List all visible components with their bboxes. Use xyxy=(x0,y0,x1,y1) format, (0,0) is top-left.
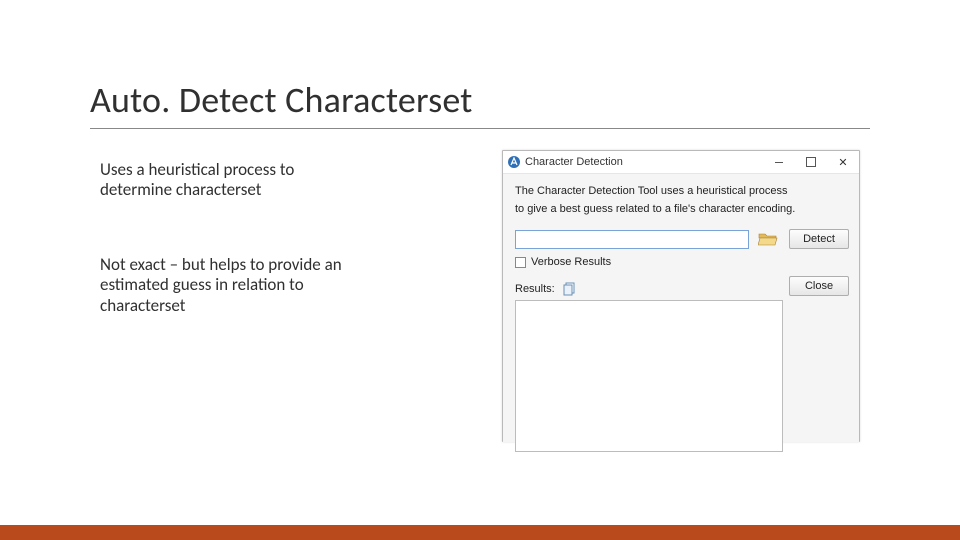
verbose-label: Verbose Results xyxy=(531,256,611,268)
maximize-icon xyxy=(806,157,816,167)
app-icon xyxy=(507,155,521,169)
slide-title: Auto. Detect Characterset xyxy=(90,78,473,122)
copy-results-button[interactable] xyxy=(563,282,577,296)
slide-paragraph-1: Uses a heuristical process to determine … xyxy=(100,160,370,201)
dialog-body: The Character Detection Tool uses a heur… xyxy=(503,174,859,442)
results-label: Results: xyxy=(515,283,555,295)
slide-footer-bar xyxy=(0,525,960,540)
file-path-input[interactable] xyxy=(515,230,749,249)
close-button[interactable]: Close xyxy=(789,276,849,296)
character-detection-dialog: Character Detection ✕ The Character Dete… xyxy=(502,150,860,442)
results-label-row: Results: xyxy=(515,282,577,296)
close-button-wrap: Close xyxy=(789,276,849,296)
window-controls: ✕ xyxy=(763,151,859,173)
maximize-button[interactable] xyxy=(795,151,827,173)
verbose-row: Verbose Results xyxy=(515,256,611,268)
folder-open-icon xyxy=(758,231,778,247)
dialog-title: Character Detection xyxy=(525,156,623,168)
info-text-line-1: The Character Detection Tool uses a heur… xyxy=(515,184,849,198)
results-textarea[interactable] xyxy=(515,300,783,452)
detect-button[interactable]: Detect xyxy=(789,229,849,249)
title-underline xyxy=(90,128,870,129)
browse-button[interactable] xyxy=(757,230,779,248)
copy-icon xyxy=(563,282,577,296)
slide: Auto. Detect Characterset Uses a heurist… xyxy=(0,0,960,540)
minimize-icon xyxy=(775,162,783,163)
window-close-button[interactable]: ✕ xyxy=(827,151,859,173)
close-icon: ✕ xyxy=(838,156,847,169)
minimize-button[interactable] xyxy=(763,151,795,173)
info-text-line-2: to give a best guess related to a file's… xyxy=(515,202,849,216)
file-input-row: Detect xyxy=(515,229,849,249)
dialog-titlebar[interactable]: Character Detection ✕ xyxy=(503,151,859,174)
slide-paragraph-2: Not exact – but helps to provide an esti… xyxy=(100,255,370,316)
verbose-checkbox[interactable] xyxy=(515,257,526,268)
